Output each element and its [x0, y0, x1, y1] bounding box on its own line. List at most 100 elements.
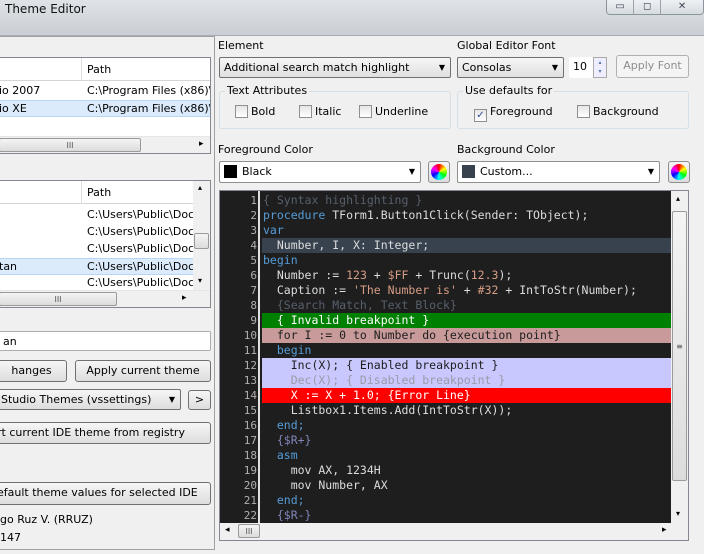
foreground-color-select[interactable]: Black ▼ — [219, 161, 421, 183]
scroll-up-icon[interactable]: ▴ — [198, 183, 202, 192]
window-title: Theme Editor — [5, 2, 86, 16]
list-item[interactable]: C:\Users\Public\Docum — [0, 241, 193, 258]
background-color-select[interactable]: Custom... ▼ — [457, 161, 660, 183]
code-token: 'The Number is' — [353, 283, 457, 297]
minimize-button[interactable]: ▭ — [607, 0, 635, 14]
default-theme-button[interactable]: efault theme values for selected IDE — [0, 482, 211, 505]
list-item[interactable]: io 2007 C:\Program Files (x86)\Co — [0, 83, 210, 100]
code-token: + — [366, 268, 388, 282]
list-item[interactable]: C:\Users\Public\Docum — [0, 207, 193, 224]
horizontal-scrollbar[interactable]: III ▸ — [0, 290, 210, 307]
scroll-up-icon[interactable]: ▴ — [676, 194, 680, 203]
scroll-thumb[interactable] — [194, 233, 209, 249]
scroll-thumb[interactable]: ≡ — [672, 211, 687, 481]
path-column-header[interactable]: Path — [87, 186, 111, 199]
ide-name: io XE — [0, 102, 27, 115]
maximize-button[interactable]: ◻ — [634, 0, 662, 14]
code-line: 9 { Invalid breakpoint } — [220, 313, 673, 328]
ide-path: C:\Program Files (x86)\Co — [87, 84, 210, 97]
scroll-right-icon[interactable]: ▸ — [182, 293, 187, 303]
scroll-down-icon[interactable]: ▾ — [198, 276, 202, 285]
line-number: 11 — [243, 344, 257, 357]
code-token: 12.3 — [470, 268, 499, 282]
code-token: $FF — [387, 268, 409, 282]
code-token: end; — [263, 493, 305, 507]
code-text: {$R-} — [262, 508, 673, 523]
element-label: Element — [218, 39, 264, 52]
font-size-spinner[interactable]: ▴ ▾ — [593, 57, 607, 78]
code-line: 6 Number := 123 + $FF + Trunc(12.3); — [220, 268, 673, 283]
background-color-value: Custom... — [480, 165, 533, 178]
code-line: 15 Listbox1.Items.Add(IntToStr(X)); — [220, 403, 673, 418]
line-number: 13 — [243, 374, 257, 387]
bold-label: Bold — [251, 105, 276, 118]
line-number: 14 — [243, 389, 257, 402]
bold-checkbox[interactable]: Bold — [235, 105, 275, 118]
horizontal-scrollbar[interactable]: ◂ III ▸ — [220, 523, 688, 540]
code-line: 2 procedure TForm1.Button1Click(Sender: T… — [220, 208, 673, 223]
italic-checkbox[interactable]: Italic — [299, 105, 341, 118]
code-text: begin — [262, 343, 673, 358]
code-token: {Search Match, Text Block} — [263, 298, 457, 312]
spin-up-icon[interactable]: ▴ — [594, 58, 606, 67]
scroll-left-icon[interactable]: ◂ — [225, 525, 230, 535]
close-button[interactable]: ✕ — [661, 0, 703, 14]
code-token: Listbox1.Items.Add(IntToStr(X)); — [263, 403, 513, 417]
chevron-down-icon: ▼ — [408, 167, 415, 176]
code-token: Number, I, X: Integer; — [263, 238, 430, 252]
color-swatch — [224, 165, 237, 178]
scroll-right-icon[interactable]: ▸ — [662, 525, 667, 535]
theme-path: C:\Users\Public\Docum — [87, 208, 193, 221]
italic-label: Italic — [315, 105, 342, 118]
apply-theme-button[interactable]: Apply current theme — [75, 360, 211, 382]
save-changes-button[interactable]: hanges — [0, 360, 67, 382]
code-text: Inc(X); { Enabled breakpoint } — [262, 358, 673, 373]
text-attributes-title: Text Attributes — [225, 84, 310, 97]
scroll-thumb[interactable]: III — [0, 138, 141, 152]
foreground-color-picker-button[interactable] — [428, 161, 450, 183]
scroll-thumb[interactable]: III — [0, 292, 117, 306]
font-select[interactable]: Consolas ▼ — [457, 57, 564, 78]
code-text: {$R+} — [262, 433, 673, 448]
background-color-picker-button[interactable] — [668, 161, 690, 183]
element-value: Additional search match highlight — [224, 61, 410, 74]
foreground-default-checkbox[interactable]: ✓ Foreground — [474, 105, 553, 122]
line-number: 7 — [250, 284, 257, 297]
theme-list-header: Path — [0, 181, 210, 204]
code-line: 3 var — [220, 223, 673, 238]
title-bar — [0, 0, 704, 36]
list-item[interactable]: C:\Users\Public\Docum — [0, 224, 193, 241]
line-number: 22 — [243, 509, 257, 522]
theme-path: C:\Users\Public\Docum — [87, 225, 193, 238]
path-column-header[interactable]: Path — [87, 63, 111, 76]
font-size-input[interactable]: 10 — [569, 57, 593, 78]
import-registry-button[interactable]: rt current IDE theme from registry — [0, 422, 211, 444]
scroll-thumb[interactable]: III — [238, 524, 260, 538]
spin-down-icon[interactable]: ▾ — [594, 67, 606, 76]
font-value: Consolas — [462, 61, 512, 74]
vertical-scrollbar[interactable]: ▴ ≡ ▾ — [671, 191, 688, 523]
scroll-down-icon[interactable]: ▾ — [676, 509, 680, 518]
list-item-selected[interactable]: tan C:\Users\Public\Docum — [0, 258, 193, 275]
horizontal-scrollbar[interactable]: III ▸ — [0, 136, 210, 153]
scroll-right-icon[interactable]: ▸ — [199, 139, 204, 149]
code-token: Inc(X); { Enabled breakpoint } — [263, 358, 499, 372]
import-go-button[interactable]: > — [188, 390, 211, 410]
vertical-scrollbar[interactable]: ▴ ▾ — [193, 181, 210, 290]
background-default-checkbox[interactable]: Background — [577, 105, 659, 118]
theme-name-input[interactable]: an — [0, 331, 211, 351]
underline-checkbox[interactable]: Underline — [359, 105, 428, 118]
line-number: 6 — [250, 269, 257, 282]
code-token: for I := 0 to Number do {execution point… — [263, 328, 561, 342]
code-text: X := X + 1.0; {Error Line} — [262, 388, 673, 403]
import-format-select[interactable]: Studio Themes (vssettings) ▼ — [0, 389, 181, 410]
list-item-selected[interactable]: io XE C:\Program Files (x86)\Em — [0, 100, 210, 117]
ide-list[interactable]: Path io 2007 C:\Program Files (x86)\Co io… — [0, 57, 211, 154]
foreground-color-label: Foreground Color — [218, 143, 313, 156]
theme-list[interactable]: Path C:\Users\Public\Docum C:\Users\Publ… — [0, 180, 211, 308]
theme-name: tan — [0, 260, 18, 273]
apply-font-button[interactable]: Apply Font — [616, 55, 689, 78]
element-select[interactable]: Additional search match highlight ▼ — [219, 57, 451, 78]
code-preview-editor[interactable]: 1 { Syntax highlighting } 2 procedure TForm… — [219, 190, 689, 541]
line-number: 18 — [243, 449, 257, 462]
